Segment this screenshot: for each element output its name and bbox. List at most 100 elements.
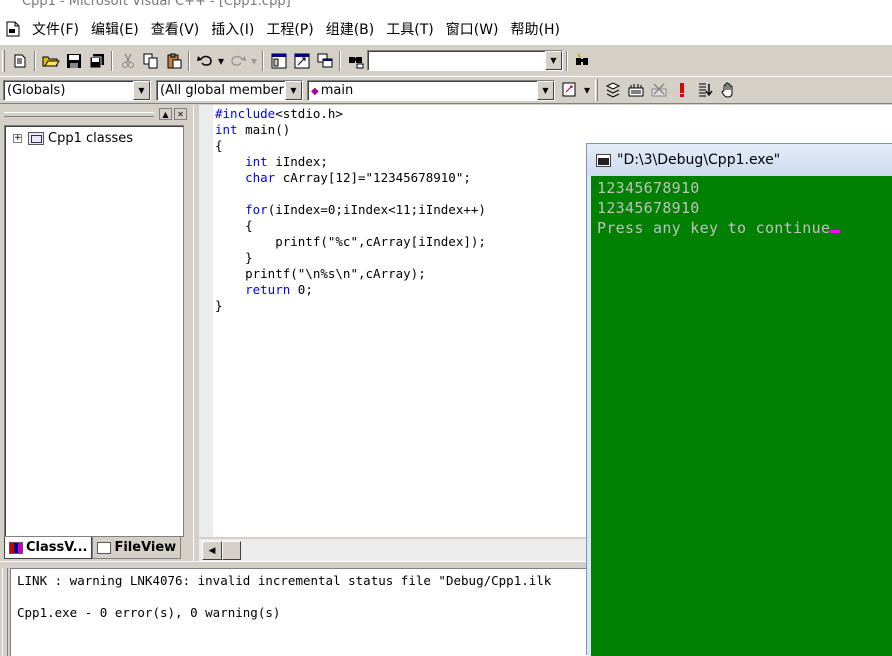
- scroll-left-icon[interactable]: ◀: [202, 541, 222, 560]
- editor-gutter[interactable]: [199, 105, 213, 537]
- code-line: #include<stdio.h>: [215, 106, 343, 121]
- scope-combo[interactable]: (Globals) ▼: [3, 79, 151, 101]
- workspace-pane-header[interactable]: ▲ ✕: [4, 108, 188, 122]
- find-combo[interactable]: ▼: [367, 50, 563, 71]
- chevron-down-icon[interactable]: ▼: [545, 51, 562, 70]
- code-line: {: [215, 218, 253, 233]
- member-combo[interactable]: ◆ main ▼: [307, 79, 555, 101]
- workspace-tabs: ClassV... FileView: [4, 537, 182, 559]
- pane-grip[interactable]: [4, 112, 154, 117]
- redo-icon[interactable]: [226, 50, 249, 72]
- menu-project[interactable]: 工程(P): [260, 19, 319, 39]
- member-icon: ◆: [311, 85, 319, 97]
- classview-icon: [9, 541, 23, 554]
- console-output[interactable]: 12345678910 12345678910 Press any key to…: [591, 176, 892, 656]
- code-line: printf("\n%s\n",cArray);: [215, 266, 426, 281]
- console-line: Press any key to continue: [597, 219, 841, 237]
- menu-edit[interactable]: 编辑(E): [85, 19, 145, 39]
- copy-icon[interactable]: [139, 50, 162, 72]
- menu-build[interactable]: 组建(B): [320, 19, 381, 39]
- cut-icon[interactable]: [116, 50, 139, 72]
- workspace-window-icon[interactable]: [267, 50, 290, 72]
- chevron-down-icon[interactable]: ▼: [537, 80, 554, 100]
- undo-dropdown-icon[interactable]: ▾: [216, 50, 226, 72]
- menu-file[interactable]: 文件(F): [26, 19, 85, 39]
- code-line: }: [215, 250, 253, 265]
- console-app-icon[interactable]: [596, 153, 611, 167]
- paste-icon[interactable]: [162, 50, 185, 72]
- tab-label: ClassV...: [26, 540, 88, 555]
- code-line: int iIndex;: [245, 154, 328, 169]
- code-line: char cArray[12]="12345678910";: [245, 170, 471, 185]
- code-line: int main(): [215, 122, 291, 137]
- toolbar-separator: [111, 50, 113, 71]
- fileview-icon: [97, 541, 112, 554]
- stop-build-icon[interactable]: [647, 79, 670, 101]
- classes-icon: [28, 132, 44, 145]
- toolbar-separator: [262, 50, 264, 71]
- menu-tools[interactable]: 工具(T): [380, 19, 439, 39]
- scroll-thumb[interactable]: [222, 541, 241, 560]
- wizard-bar: (Globals) ▼ (All global member ▼ ◆ main ▼…: [0, 76, 892, 104]
- class-tree[interactable]: + Cpp1 classes: [4, 125, 184, 537]
- window-list-icon[interactable]: [313, 50, 336, 72]
- code-line: for(iIndex=0;iIndex<11;iIndex++): [245, 202, 486, 217]
- workspace-pane: ▲ ✕ + Cpp1 classes ClassV... FileView: [0, 105, 193, 561]
- breakpoint-hand-icon[interactable]: [716, 79, 739, 101]
- console-window[interactable]: "D:\3\Debug\Cpp1.exe" 12345678910 123456…: [586, 143, 892, 656]
- toolbar-grip[interactable]: [2, 49, 5, 72]
- menu-insert[interactable]: 插入(I): [205, 19, 260, 39]
- wizard-action-dropdown-icon[interactable]: ▾: [581, 79, 593, 101]
- save-icon[interactable]: [62, 50, 85, 72]
- new-file-icon[interactable]: [8, 50, 31, 72]
- console-title-bar[interactable]: "D:\3\Debug\Cpp1.exe": [587, 144, 892, 176]
- tree-node-classes[interactable]: + Cpp1 classes: [13, 131, 133, 146]
- toolbar-separator: [34, 50, 36, 71]
- chevron-down-icon[interactable]: ▼: [133, 80, 150, 100]
- menu-window[interactable]: 窗口(W): [440, 19, 505, 39]
- window-title: Cpp1 - Microsoft Visual C++ - [Cpp1.cpp]: [22, 0, 291, 9]
- menu-view[interactable]: 查看(V): [145, 19, 206, 39]
- undo-icon[interactable]: [193, 50, 216, 72]
- toolbar-separator: [188, 50, 190, 71]
- document-icon[interactable]: [0, 14, 26, 44]
- tab-fileview[interactable]: FileView: [92, 537, 182, 559]
- console-title: "D:\3\Debug\Cpp1.exe": [617, 152, 781, 168]
- go-icon[interactable]: [693, 79, 716, 101]
- scope-combo-value: (Globals): [7, 82, 66, 98]
- build-icon[interactable]: [624, 79, 647, 101]
- save-all-icon[interactable]: [85, 50, 108, 72]
- execute-icon[interactable]: [670, 79, 693, 101]
- tab-label: FileView: [114, 540, 177, 555]
- toolbar-grip[interactable]: [595, 79, 598, 101]
- source-code[interactable]: #include<stdio.h> int main() { int iIndex;…: [215, 106, 486, 314]
- wizard-action-icon[interactable]: [558, 79, 581, 101]
- text-cursor: [830, 230, 841, 233]
- find-binoculars-icon[interactable]: [571, 50, 594, 72]
- toolbar-separator: [566, 50, 568, 71]
- compile-icon[interactable]: [601, 79, 624, 101]
- toolbar-separator: [339, 50, 341, 71]
- expand-icon[interactable]: +: [13, 134, 22, 143]
- console-line: 12345678910: [597, 179, 700, 197]
- redo-dropdown-icon[interactable]: ▾: [249, 50, 259, 72]
- output-window-icon[interactable]: [290, 50, 313, 72]
- chevron-down-icon[interactable]: ▼: [285, 80, 302, 100]
- pane-maximize-icon[interactable]: ▲: [159, 108, 172, 120]
- console-line: 12345678910: [597, 199, 700, 217]
- menu-help[interactable]: 帮助(H): [505, 19, 566, 39]
- find-in-files-icon[interactable]: [344, 50, 367, 72]
- tree-node-label: Cpp1 classes: [48, 131, 134, 146]
- title-bar: Cpp1 - Microsoft Visual C++ - [Cpp1.cpp]: [0, 0, 892, 14]
- filter-combo[interactable]: (All global member ▼: [156, 79, 303, 101]
- code-line: printf("%c",cArray[iIndex]);: [215, 234, 486, 249]
- code-line: }: [215, 298, 223, 313]
- open-folder-icon[interactable]: [39, 50, 62, 72]
- standard-toolbar: ▾ ▾ ▼: [0, 44, 892, 76]
- tab-classview[interactable]: ClassV...: [4, 537, 93, 559]
- output-line: LINK : warning LNK4076: invalid incremen…: [17, 573, 552, 588]
- output-grip[interactable]: [2, 568, 8, 656]
- member-combo-value: main: [320, 82, 354, 98]
- pane-close-icon[interactable]: ✕: [174, 108, 187, 120]
